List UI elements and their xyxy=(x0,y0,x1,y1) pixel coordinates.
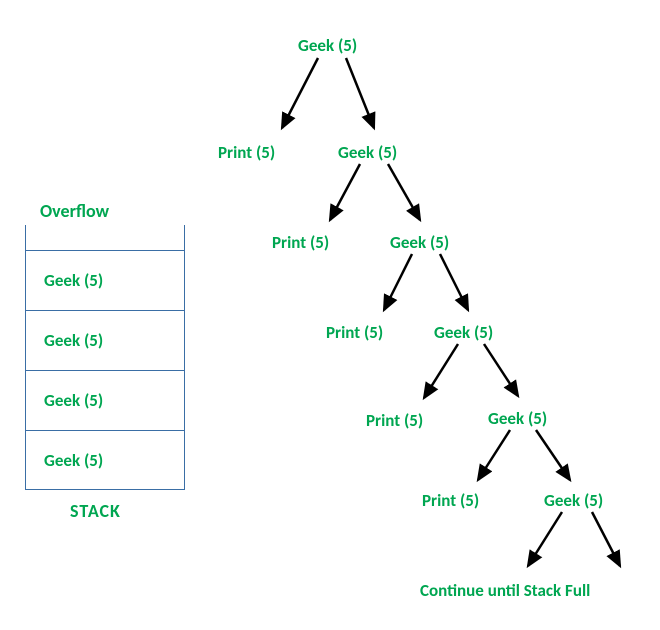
stack-open-row xyxy=(25,225,185,250)
arrow-icon xyxy=(484,344,518,396)
stack-row: Geek (5) xyxy=(25,310,185,370)
tree-l4-right: Geek (5) xyxy=(488,408,547,429)
arrow-icon xyxy=(330,164,360,220)
stack-row: Geek (5) xyxy=(25,430,185,490)
tree-l2-left: Print (5) xyxy=(272,232,329,253)
arrow-icon xyxy=(384,254,412,310)
arrow-icon xyxy=(282,58,318,128)
arrow-icon xyxy=(536,430,570,480)
tree-root: Geek (5) xyxy=(298,35,357,56)
arrow-icon xyxy=(592,512,620,566)
tree-l5-left: Print (5) xyxy=(422,490,479,511)
tree-l1-left: Print (5) xyxy=(218,142,275,163)
stack-title: STACK xyxy=(70,500,121,522)
tree-l3-right: Geek (5) xyxy=(434,322,493,343)
tree-l5-right: Geek (5) xyxy=(544,490,603,511)
stack-container: Geek (5) Geek (5) Geek (5) Geek (5) xyxy=(25,225,185,490)
tree-l3-left: Print (5) xyxy=(326,322,383,343)
arrow-icon xyxy=(388,164,420,220)
arrow-icon xyxy=(478,430,510,480)
footer-text: Continue until Stack Full xyxy=(420,580,590,601)
arrow-icon xyxy=(346,58,374,128)
arrow-icon xyxy=(528,512,562,566)
tree-l1-right: Geek (5) xyxy=(338,142,397,163)
arrow-icon xyxy=(440,254,468,310)
overflow-label: Overflow xyxy=(40,200,109,222)
tree-l4-left: Print (5) xyxy=(366,410,423,431)
stack-row: Geek (5) xyxy=(25,250,185,310)
arrow-icon xyxy=(424,344,458,398)
tree-l2-right: Geek (5) xyxy=(390,232,449,253)
stack-row: Geek (5) xyxy=(25,370,185,430)
